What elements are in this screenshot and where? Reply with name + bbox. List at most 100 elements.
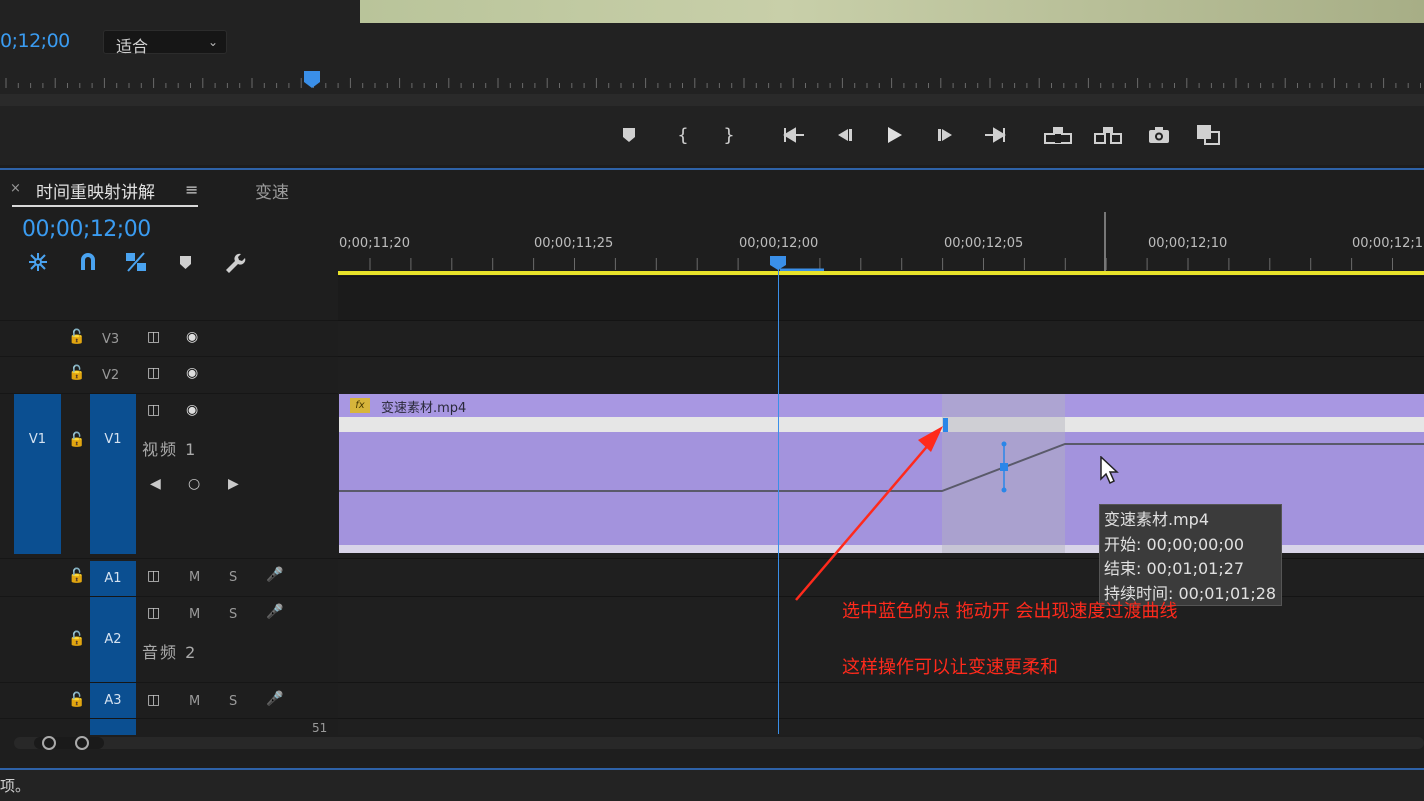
mute-button[interactable]: M xyxy=(189,570,200,585)
ruler-label: 00;00;12;10 xyxy=(1148,236,1228,251)
add-keyframe-icon[interactable]: ○ xyxy=(188,476,200,492)
track-area-empty xyxy=(338,276,1424,320)
video-preview xyxy=(360,0,1424,23)
solo-button[interactable]: S xyxy=(229,607,237,622)
mark-out-button[interactable]: } xyxy=(718,122,740,148)
marker-icon xyxy=(180,256,191,269)
timeline-settings-button[interactable] xyxy=(222,250,246,274)
lift-icon xyxy=(1044,127,1072,144)
monitor-timecode[interactable]: 0;12;00 xyxy=(0,30,70,52)
track-target-a2[interactable]: A2 xyxy=(90,597,136,682)
track-header-a2: 🔓 A2 ◫ M S 🎤 音频 2 xyxy=(0,596,338,682)
snap-button[interactable] xyxy=(76,250,100,274)
ruler-label: 00;00;12;1 xyxy=(1352,236,1424,251)
tab-sequence-biansu[interactable]: 变速 xyxy=(255,178,289,203)
lock-icon[interactable]: 🔓 xyxy=(68,432,85,448)
tab-close-button[interactable]: × xyxy=(10,181,21,196)
timeline-timecode[interactable]: 00;00;12;00 xyxy=(22,217,151,242)
comparison-view-button[interactable] xyxy=(1195,122,1223,148)
sync-lock-icon[interactable]: ◫ xyxy=(147,692,160,708)
track-header-a3: 🔓 A3 ◫ M S 🎤 xyxy=(0,682,338,718)
sync-lock-icon[interactable]: ◫ xyxy=(147,605,160,621)
playhead-handle[interactable] xyxy=(770,256,786,270)
track-label[interactable]: V3 xyxy=(102,332,119,347)
annotation-line-2: 这样操作可以让变速更柔和 xyxy=(842,657,1058,678)
tab-sequence-active[interactable]: 时间重映射讲解 xyxy=(36,178,155,203)
time-ruler[interactable] xyxy=(338,210,1424,272)
lock-icon[interactable]: 🔓 xyxy=(68,329,85,345)
export-frame-button[interactable] xyxy=(1147,122,1171,148)
tooltip-start: 开始: 00;00;00;00 xyxy=(1104,534,1245,554)
status-bar xyxy=(0,770,1424,801)
microphone-icon[interactable]: 🎤 xyxy=(266,604,283,620)
track-area-a3[interactable] xyxy=(338,682,1424,718)
eye-icon[interactable]: ◉ xyxy=(186,402,198,418)
nest-toggle-button[interactable] xyxy=(26,250,50,274)
tooltip-end: 结束: 00;01;01;27 xyxy=(1104,559,1245,578)
sync-lock-icon[interactable]: ◫ xyxy=(147,568,160,584)
lock-icon[interactable]: 🔓 xyxy=(68,692,85,708)
go-to-out-button[interactable] xyxy=(982,122,1008,148)
work-area-bar[interactable] xyxy=(338,271,1424,275)
go-to-out-icon xyxy=(985,127,1006,143)
sync-lock-icon[interactable]: ◫ xyxy=(147,329,160,345)
mark-in-icon: { xyxy=(677,124,689,146)
track-area-v3[interactable] xyxy=(338,320,1424,356)
solo-button[interactable]: S xyxy=(229,694,237,709)
ruler-label: 00;00;12;05 xyxy=(944,236,1024,251)
lift-button[interactable] xyxy=(1043,122,1073,148)
play-button[interactable] xyxy=(882,122,906,148)
clip-tooltip: 变速素材.mp4 开始: 00;00;00;00 结束: 00;01;01;27… xyxy=(1099,504,1282,606)
play-icon xyxy=(888,127,902,143)
wrench-icon xyxy=(226,253,246,273)
tab-menu-icon[interactable]: ≡ xyxy=(185,180,198,199)
track-name: 音频 2 xyxy=(142,643,198,662)
ruler-label: 00;00;11;25 xyxy=(534,236,614,251)
mute-button[interactable]: M xyxy=(189,607,200,622)
ruler-label: 00;00;12;00 xyxy=(739,236,819,251)
sync-lock-icon[interactable]: ◫ xyxy=(147,402,160,418)
linked-selection-button[interactable] xyxy=(124,250,148,274)
bezier-handle[interactable] xyxy=(1000,463,1008,471)
step-forward-button[interactable] xyxy=(934,122,958,148)
lock-icon[interactable]: 🔓 xyxy=(68,631,85,647)
track-header-v3: 🔓 V3 ◫ ◉ xyxy=(0,320,338,356)
nest-icon xyxy=(29,253,47,271)
playhead-line[interactable] xyxy=(778,268,779,734)
go-to-in-button[interactable] xyxy=(781,122,807,148)
lock-icon[interactable]: 🔓 xyxy=(68,568,85,584)
eye-icon[interactable]: ◉ xyxy=(186,365,198,381)
next-keyframe-icon[interactable]: ▶ xyxy=(228,476,239,492)
microphone-icon[interactable]: 🎤 xyxy=(266,567,283,583)
compare-icon xyxy=(1197,125,1220,145)
timeline-zoom-scrollbar[interactable] xyxy=(14,733,1424,753)
go-to-in-icon xyxy=(783,127,804,143)
fit-select[interactable]: 适合 ⌄ xyxy=(103,30,227,56)
track-target-v1[interactable]: V1 xyxy=(90,394,136,554)
step-back-button[interactable] xyxy=(832,122,856,148)
annotation-line-1: 选中蓝色的点 拖动开 会出现速度过渡曲线 xyxy=(842,601,1178,622)
track-area-v2[interactable] xyxy=(338,356,1424,393)
mute-button[interactable]: M xyxy=(189,694,200,709)
lock-icon[interactable]: 🔓 xyxy=(68,365,85,381)
track-label[interactable]: V2 xyxy=(102,368,119,383)
add-marker-button[interactable] xyxy=(618,122,640,148)
source-patch-v1[interactable]: V1 xyxy=(14,394,61,554)
track-target-a1[interactable]: A1 xyxy=(90,561,136,596)
monitor-playhead[interactable] xyxy=(304,71,320,88)
solo-button[interactable]: S xyxy=(229,570,237,585)
prev-keyframe-icon[interactable]: ◀ xyxy=(150,476,161,492)
monitor-ruler[interactable] xyxy=(0,68,1424,94)
track-name: 视频 1 xyxy=(142,440,198,459)
track-target-a3[interactable]: A3 xyxy=(90,683,136,718)
microphone-icon[interactable]: 🎤 xyxy=(266,691,283,707)
active-tab-underline xyxy=(12,205,198,207)
mark-in-button[interactable]: { xyxy=(672,122,694,148)
monitor-scrollbar[interactable] xyxy=(0,94,1424,106)
extract-button[interactable] xyxy=(1093,122,1123,148)
add-marker-button-timeline[interactable] xyxy=(176,250,200,274)
track-header-v2: 🔓 V2 ◫ ◉ xyxy=(0,356,338,393)
sync-lock-icon[interactable]: ◫ xyxy=(147,365,160,381)
chevron-down-icon: ⌄ xyxy=(207,35,218,49)
eye-icon[interactable]: ◉ xyxy=(186,329,198,345)
